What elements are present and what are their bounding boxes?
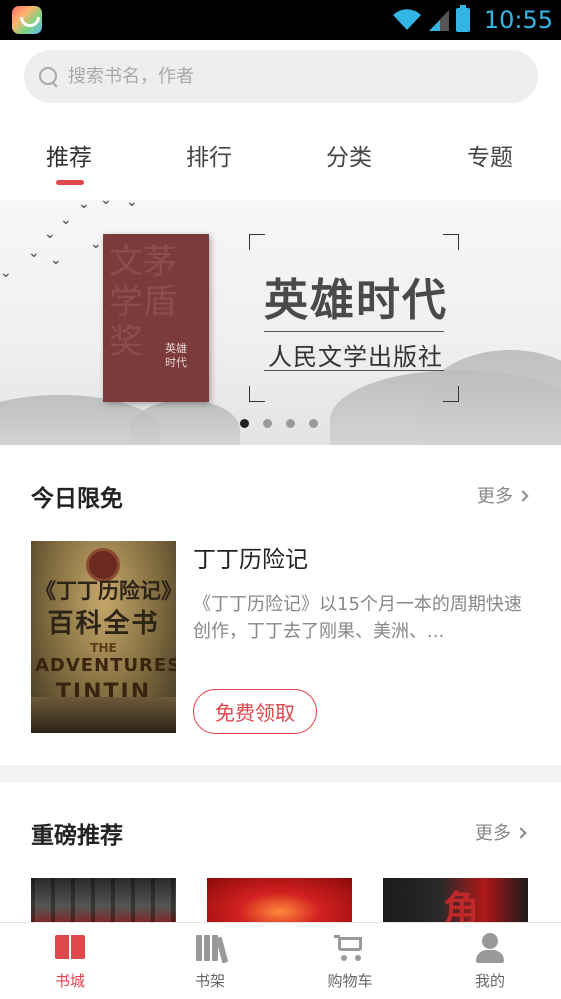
tab-ranking[interactable]: 排行 [186, 138, 232, 172]
bird-illustration: ⌄ [0, 265, 12, 281]
tab-category[interactable]: 分类 [326, 138, 372, 172]
signal-icon [428, 10, 449, 31]
bird-illustration: ⌄ [60, 212, 72, 228]
cover-text: THE [90, 641, 117, 655]
carousel-pagination [240, 419, 318, 428]
bird-illustration: ⌄ [126, 200, 138, 210]
chevron-right-icon [515, 827, 527, 839]
section-title-free: 今日限免 [31, 486, 123, 512]
bird-illustration: ⌄ [28, 245, 40, 261]
claim-free-button[interactable]: 免费领取 [193, 689, 317, 734]
nav-cart[interactable]: 购物车 [280, 923, 420, 999]
nav-label: 我的 [474, 972, 505, 990]
carousel-dot[interactable] [286, 419, 295, 428]
tab-recommend[interactable]: 推荐 [46, 138, 92, 172]
bird-illustration: ⌄ [50, 252, 62, 268]
cart-icon [334, 933, 366, 963]
divider [264, 370, 444, 371]
active-tab-indicator [56, 180, 84, 185]
search-icon [38, 66, 60, 88]
bird-illustration: ⌄ [100, 200, 112, 208]
nav-label: 书架 [194, 972, 225, 990]
nav-profile[interactable]: 我的 [420, 923, 560, 999]
cover-illustration [31, 697, 176, 733]
status-indicators: 10:55 [392, 0, 553, 40]
book-title[interactable]: 丁丁历险记 [193, 540, 308, 574]
nav-label: 书城 [54, 972, 85, 990]
more-link-featured[interactable]: 更多 [475, 819, 527, 845]
more-link-free[interactable]: 更多 [477, 482, 529, 508]
cover-text: ADVENTURES [35, 655, 176, 676]
category-tabs: 推荐 排行 分类 专题 [0, 128, 561, 188]
banner-mountain [130, 400, 240, 445]
nav-bookshelf[interactable]: 书架 [140, 923, 280, 999]
banner-publisher: 人民文学出版社 [268, 343, 443, 371]
featured-book-cover[interactable] [207, 878, 352, 926]
featured-book-cover[interactable]: 角 [383, 878, 528, 926]
battery-icon [455, 5, 470, 32]
app-notification-icon [12, 6, 42, 34]
featured-book-cover[interactable] [31, 878, 176, 926]
carousel-dot[interactable] [309, 419, 318, 428]
status-bar: 10:55 [0, 0, 561, 40]
banner-carousel[interactable]: ⌄ ⌄ ⌄ ⌄ ⌄ ⌄ ⌄ ⌄ ⌄ 文茅学盾奖 英雄时代 英雄时代 人民文学出版… [0, 200, 561, 445]
search-bar[interactable] [24, 50, 538, 103]
section-title-featured: 重磅推荐 [31, 823, 123, 849]
banner-book-cover[interactable]: 文茅学盾奖 英雄时代 [103, 234, 209, 402]
carousel-dot[interactable] [263, 419, 272, 428]
book-cover[interactable]: 《丁丁历险记》 百科全书 THE ADVENTURES TINTIN [31, 541, 176, 733]
carousel-dot[interactable] [240, 419, 249, 428]
cover-text: 角 [443, 889, 480, 926]
book-description: 《丁丁历险记》以15个月一本的周期快速创作，丁丁去了刚果、美洲、... [193, 594, 522, 642]
nav-bookstore[interactable]: 书城 [0, 923, 140, 999]
bird-illustration: ⌄ [78, 200, 90, 212]
bookshelf-icon [194, 933, 229, 964]
search-input[interactable] [68, 66, 508, 87]
section-divider [0, 765, 561, 782]
tab-topics[interactable]: 专题 [467, 138, 513, 172]
bird-illustration: ⌄ [90, 236, 102, 252]
book-cover-title: 英雄时代 [165, 342, 187, 369]
bottom-navigation: 书城 书架 购物车 我的 [0, 922, 561, 999]
nav-label: 购物车 [327, 972, 373, 990]
user-icon [474, 933, 506, 963]
cover-text: 《丁丁历险记》 [35, 579, 176, 603]
wifi-icon [392, 9, 421, 31]
bird-illustration: ⌄ [44, 226, 56, 242]
divider [264, 331, 444, 332]
clock: 10:55 [483, 6, 553, 34]
banner-title: 英雄时代 [264, 275, 448, 326]
cover-text: 百科全书 [47, 609, 160, 639]
book-open-icon [54, 933, 86, 963]
chevron-right-icon [517, 490, 529, 502]
